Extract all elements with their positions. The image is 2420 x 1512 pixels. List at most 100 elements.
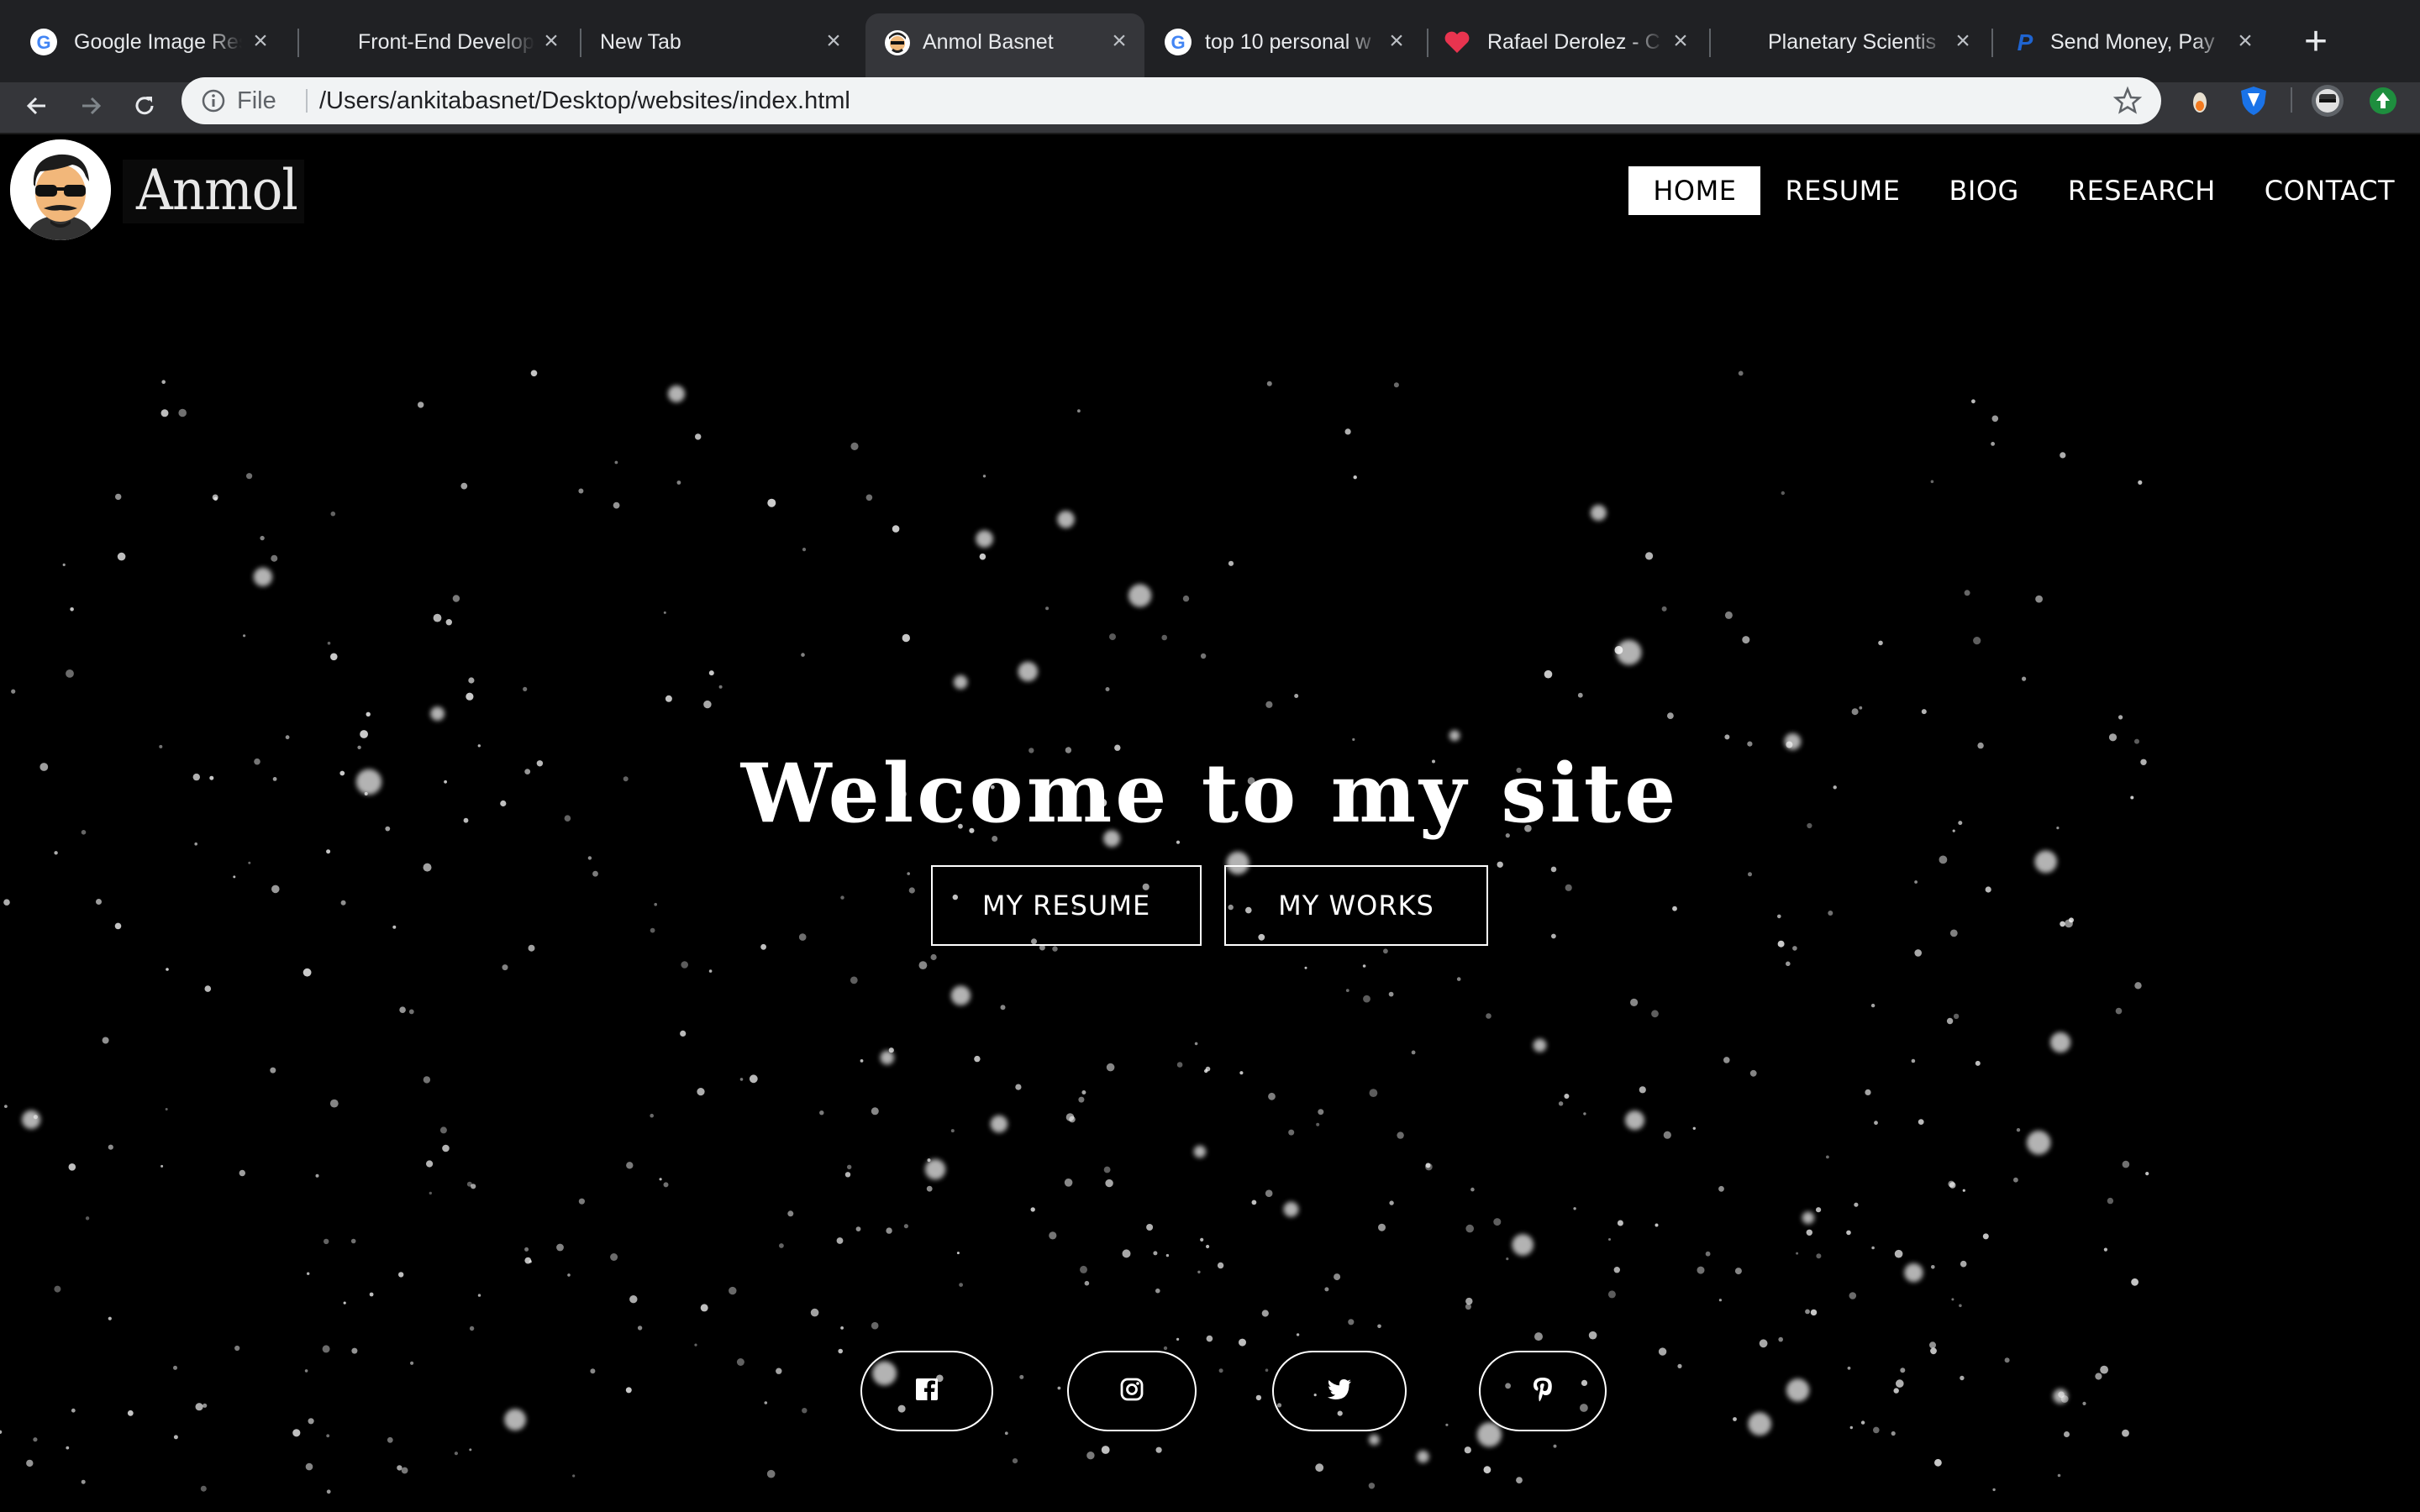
star-particle [454, 1452, 459, 1456]
star-particle [1900, 1368, 1906, 1373]
tab-anmol-basnet[interactable]: Anmol Basnet × [865, 13, 1144, 82]
star-particle [1991, 415, 1999, 423]
star-particle [1871, 1246, 1875, 1250]
tab-rafael[interactable]: Rafael Derolez - C × [1428, 13, 1706, 71]
tab-front-end[interactable]: Front-End Develop × [299, 13, 576, 71]
star-particle [326, 849, 331, 854]
nav-contact[interactable]: CONTACT [2240, 166, 2395, 215]
star-particle [1411, 1050, 1416, 1055]
star-particle [285, 735, 290, 740]
star-particle [1534, 1332, 1543, 1341]
star-particle [1874, 1121, 1878, 1126]
close-icon[interactable]: × [247, 29, 274, 55]
star-particle [166, 968, 169, 971]
nav-home[interactable]: HOME [1628, 166, 1761, 215]
star-particle [1786, 1378, 1810, 1402]
star-particle [650, 1113, 654, 1118]
nav-research[interactable]: RESEARCH [2044, 166, 2240, 215]
close-icon[interactable]: × [1106, 29, 1133, 55]
star-icon[interactable] [2112, 86, 2143, 116]
star-particle [1345, 989, 1349, 992]
star-particle [426, 1160, 434, 1168]
info-icon[interactable] [200, 87, 227, 114]
star-particle [1103, 1166, 1111, 1173]
star-particle [956, 1252, 960, 1255]
star-particle [1348, 1319, 1355, 1326]
address-bar[interactable]: File /Users/ankitabasnet/Desktop/website… [182, 77, 2161, 124]
star-particle [1564, 1094, 1570, 1099]
twitter-button[interactable] [1272, 1351, 1407, 1431]
tab-planetary[interactable]: Planetary Scientis × [1711, 13, 1988, 71]
star-particle [637, 1326, 643, 1331]
tab-title: Send Money, Pay [2050, 29, 2215, 54]
tab-paypal[interactable]: P Send Money, Pay × [1993, 13, 2270, 71]
tab-google-image[interactable]: G Google Image Res × [17, 13, 286, 71]
star-particle [1064, 1179, 1073, 1187]
pinterest-button[interactable] [1479, 1351, 1607, 1431]
instagram-button[interactable] [1067, 1351, 1197, 1431]
star-particle [2122, 1160, 2130, 1168]
star-particle [1914, 949, 1922, 957]
site-logo-avatar[interactable] [10, 139, 111, 240]
site-logo-text[interactable]: Anmol [136, 158, 298, 223]
star-particle [1205, 1066, 1211, 1072]
star-particle [850, 976, 858, 984]
star-particle [979, 553, 986, 560]
star-particle [1049, 1231, 1057, 1240]
star-particle [1239, 1071, 1244, 1075]
star-particle [1973, 637, 1981, 645]
star-particle [610, 1253, 618, 1261]
update-icon[interactable] [2365, 82, 2402, 119]
star-particle [1078, 1096, 1085, 1103]
star-particle [1805, 1309, 1810, 1315]
star-particle [1893, 1388, 1899, 1394]
star-particle [1651, 1010, 1659, 1018]
star-particle [959, 1283, 963, 1287]
tab-title: Google Image Res [74, 29, 242, 54]
star-particle [1193, 1145, 1207, 1158]
close-icon[interactable]: × [2232, 29, 2259, 55]
star-particle [1949, 1182, 1956, 1189]
tab-new-tab[interactable]: New Tab × [581, 13, 859, 71]
star-particle [33, 1437, 38, 1442]
star-particle [736, 1358, 744, 1366]
facebook-button[interactable] [860, 1351, 993, 1431]
star-particle [1265, 1368, 1269, 1372]
my-resume-button[interactable]: MY RESUME [931, 865, 1202, 946]
close-icon[interactable]: × [820, 29, 847, 55]
nav-resume[interactable]: RESUME [1760, 166, 1924, 215]
star-particle [1962, 1189, 1965, 1192]
forward-button[interactable] [71, 87, 111, 128]
star-particle [1377, 1324, 1381, 1329]
extension-honey-icon[interactable] [2181, 82, 2218, 119]
star-particle [810, 1308, 819, 1317]
close-icon[interactable]: × [538, 29, 565, 55]
star-particle [2138, 480, 2143, 485]
star-particle [1388, 991, 1394, 997]
star-particle [572, 1474, 576, 1478]
star-particle [629, 1295, 638, 1304]
nav-biog[interactable]: BIOG [1924, 166, 2043, 215]
close-icon[interactable]: × [1667, 29, 1694, 55]
star-particle [1086, 1452, 1095, 1460]
star-particle [477, 1294, 481, 1297]
close-icon[interactable]: × [1949, 29, 1976, 55]
star-particle [1985, 886, 1991, 893]
close-icon[interactable]: × [1383, 29, 1410, 55]
tab-top-10[interactable]: G top 10 personal w × [1151, 13, 1422, 71]
star-particle [703, 700, 712, 709]
profile-avatar-icon[interactable] [2309, 82, 2346, 119]
star-particle [326, 1489, 331, 1494]
star-particle [62, 563, 66, 566]
arrow-left-icon [24, 92, 50, 123]
star-particle [1052, 946, 1058, 952]
star-particle [659, 1178, 662, 1181]
reload-button[interactable] [124, 87, 165, 128]
my-works-button[interactable]: MY WORKS [1224, 865, 1488, 946]
back-button[interactable] [17, 87, 57, 128]
star-particle [399, 1006, 406, 1013]
new-tab-button[interactable]: + [2294, 17, 2338, 67]
url-text[interactable]: /Users/ankitabasnet/Desktop/websites/ind… [306, 87, 850, 115]
extension-shield-icon[interactable] [2235, 82, 2272, 119]
star-particle [397, 1465, 402, 1471]
